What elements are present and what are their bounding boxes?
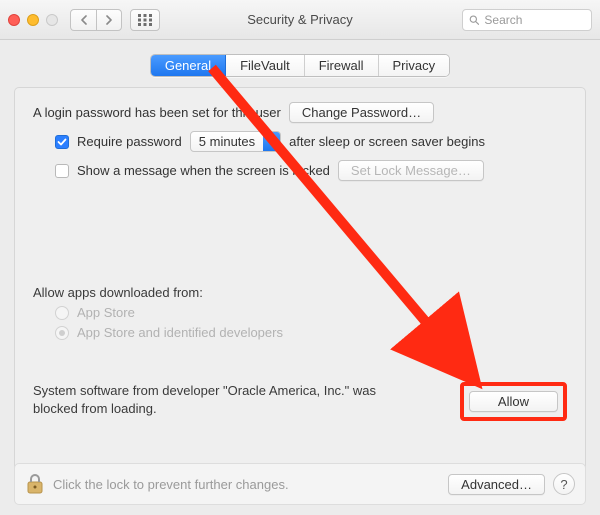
tabs-row: General FileVault Firewall Privacy (0, 40, 600, 87)
search-icon (469, 14, 479, 26)
tabs-segmented: General FileVault Firewall Privacy (150, 54, 450, 77)
chevron-right-icon (105, 15, 113, 25)
close-window-button[interactable] (8, 14, 20, 26)
allow-apps-option-identified: App Store and identified developers (55, 325, 567, 340)
tab-privacy[interactable]: Privacy (379, 55, 450, 76)
login-password-text: A login password has been set for this u… (33, 105, 281, 120)
show-all-button[interactable] (130, 9, 160, 31)
radio-identified (55, 326, 69, 340)
allow-apps-heading: Allow apps downloaded from: (33, 285, 567, 300)
nav-buttons (70, 9, 122, 31)
login-password-row: A login password has been set for this u… (33, 102, 567, 123)
allow-button[interactable]: Allow (469, 391, 558, 412)
radio-appstore (55, 306, 69, 320)
require-password-label: Require password (77, 134, 182, 149)
show-message-label: Show a message when the screen is locked (77, 163, 330, 178)
password-delay-value: 5 minutes (199, 134, 255, 149)
show-message-row: Show a message when the screen is locked… (55, 160, 567, 181)
chevron-left-icon (80, 15, 88, 25)
blocked-software-text: System software from developer "Oracle A… (33, 382, 413, 417)
footer: Click the lock to prevent further change… (14, 463, 586, 505)
zoom-window-button (46, 14, 58, 26)
allow-button-highlight: Allow (460, 382, 567, 421)
tab-general[interactable]: General (151, 55, 226, 76)
blocked-software-row: System software from developer "Oracle A… (33, 382, 567, 421)
show-message-checkbox[interactable] (55, 164, 69, 178)
grid-icon (138, 14, 152, 26)
password-delay-select[interactable]: 5 minutes (190, 131, 281, 152)
traffic-lights (8, 14, 58, 26)
forward-button[interactable] (96, 9, 122, 31)
lock-icon[interactable] (25, 472, 45, 496)
main-panel: A login password has been set for this u… (14, 87, 586, 471)
after-sleep-text: after sleep or screen saver begins (289, 134, 485, 149)
back-button[interactable] (70, 9, 96, 31)
tab-filevault[interactable]: FileVault (226, 55, 305, 76)
minimize-window-button[interactable] (27, 14, 39, 26)
search-input[interactable] (484, 13, 585, 27)
radio-appstore-label: App Store (77, 305, 135, 320)
advanced-button[interactable]: Advanced… (448, 474, 545, 495)
change-password-button[interactable]: Change Password… (289, 102, 434, 123)
select-stepper-icon (263, 132, 280, 151)
allow-apps-option-appstore: App Store (55, 305, 567, 320)
titlebar: Security & Privacy (0, 0, 600, 40)
radio-identified-label: App Store and identified developers (77, 325, 283, 340)
checkmark-icon (57, 137, 67, 147)
lock-text: Click the lock to prevent further change… (53, 477, 289, 492)
require-password-row: Require password 5 minutes after sleep o… (55, 131, 567, 152)
tab-firewall[interactable]: Firewall (305, 55, 379, 76)
require-password-checkbox[interactable] (55, 135, 69, 149)
set-lock-message-button: Set Lock Message… (338, 160, 484, 181)
help-button[interactable]: ? (553, 473, 575, 495)
search-field-wrap[interactable] (462, 9, 592, 31)
